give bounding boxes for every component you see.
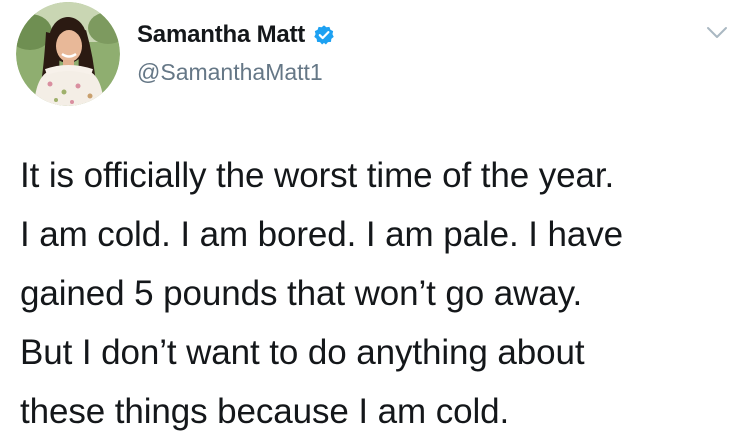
tweet-text-line: I am cold. I am bored. I am pale. I have [20, 215, 623, 254]
tweet-text-line: It is officially the worst time of the y… [20, 156, 615, 195]
tweet-text-line: these things because I am cold. [20, 392, 510, 431]
name-row: Samantha Matt [137, 18, 335, 52]
tweet-author: Samantha Matt @SamanthaMatt1 [137, 18, 335, 86]
avatar[interactable] [16, 2, 120, 106]
tweet-text-line: gained 5 pounds that won’t go away. [20, 274, 583, 313]
tweet-text-line: But I don’t want to do anything about [20, 333, 585, 372]
user-handle[interactable]: @SamanthaMatt1 [137, 59, 335, 86]
tweet-card: Samantha Matt @SamanthaMatt1 It is offic… [0, 0, 750, 448]
chevron-down-icon[interactable] [706, 26, 728, 40]
verified-badge-icon [313, 24, 335, 46]
display-name[interactable]: Samantha Matt [137, 21, 305, 49]
tweet-text: It is officially the worst time of the y… [20, 146, 740, 441]
